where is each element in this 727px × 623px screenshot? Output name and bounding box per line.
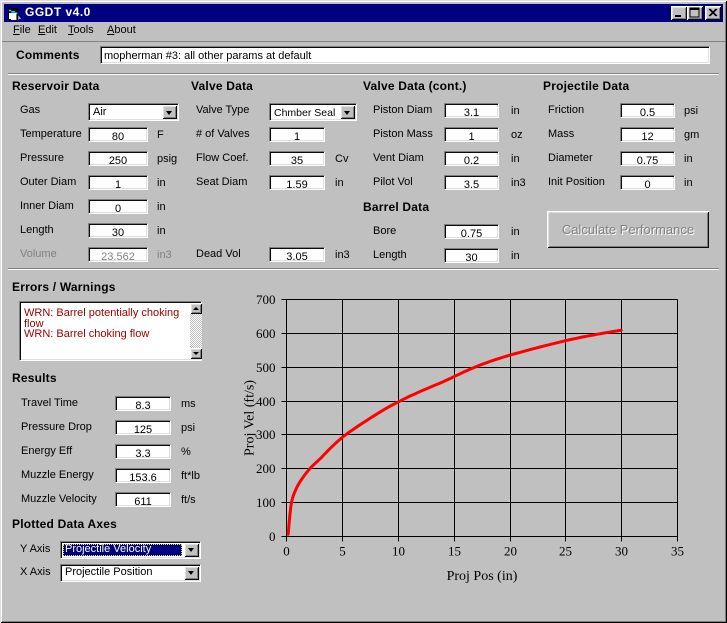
svg-text:400: 400 <box>256 394 276 409</box>
svg-text:700: 700 <box>256 292 276 307</box>
svg-text:Proj Pos (in): Proj Pos (in) <box>447 569 518 584</box>
svg-text:0: 0 <box>283 544 290 559</box>
svg-text:0: 0 <box>269 529 276 544</box>
svg-text:600: 600 <box>256 326 276 341</box>
svg-text:10: 10 <box>392 544 405 559</box>
svg-text:100: 100 <box>256 495 276 510</box>
svg-text:200: 200 <box>256 461 276 476</box>
svg-text:35: 35 <box>671 544 684 559</box>
svg-text:Proj Vel (ft/s): Proj Vel (ft/s) <box>243 380 258 456</box>
svg-text:500: 500 <box>256 360 276 375</box>
svg-text:25: 25 <box>559 544 572 559</box>
svg-text:5: 5 <box>339 544 346 559</box>
svg-text:20: 20 <box>504 544 517 559</box>
svg-text:30: 30 <box>615 544 628 559</box>
svg-text:15: 15 <box>448 544 461 559</box>
svg-text:300: 300 <box>256 427 276 442</box>
